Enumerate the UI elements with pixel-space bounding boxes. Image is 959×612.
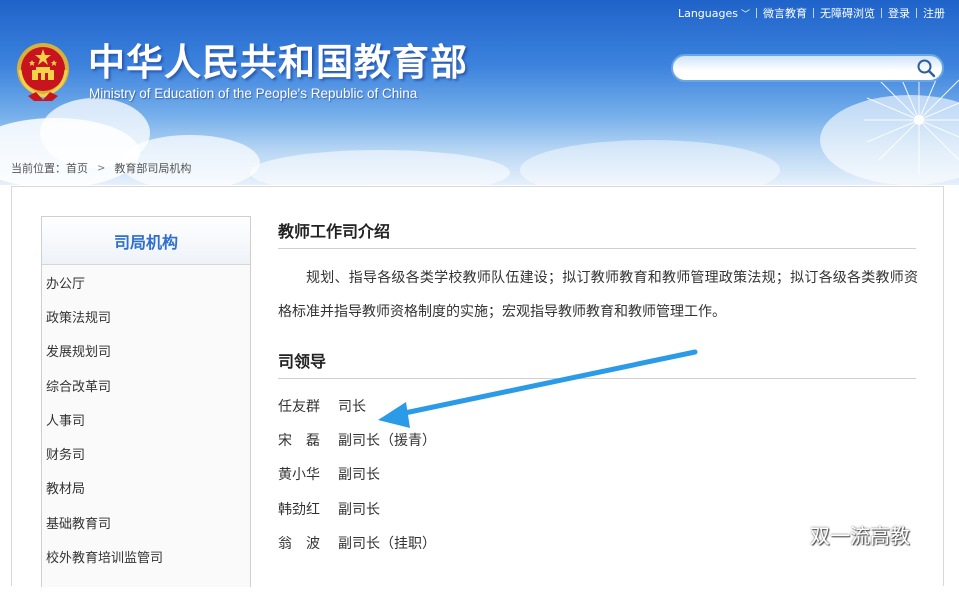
breadcrumb-prefix: 当前位置： (11, 162, 66, 175)
breadcrumb-home-link[interactable]: 首页 (66, 160, 88, 176)
leader-title: 副司长（援青） (338, 433, 436, 450)
breadcrumb-current: 教育部司局机构 (114, 162, 192, 175)
site-subtitle: Ministry of Education of the People's Re… (89, 86, 418, 101)
content-area: 教师工作司介绍 规划、指导各级各类学校教师队伍建设；拟订教师教育和教师管理政策法… (278, 217, 918, 560)
sidebar-item[interactable]: 校外教育培训监管司 (42, 539, 250, 573)
search-icon[interactable] (916, 58, 936, 78)
site-header: Languages ﹀ 微言教育 无障碍浏览 登录 注册 中华人民共和国教育部 M… (0, 0, 959, 185)
intro-paragraph: 规划、指导各级各类学校教师队伍建设；拟订教师教育和教师管理政策法规；拟订各级各类… (278, 270, 918, 320)
leader-name[interactable]: 任友群 (278, 396, 338, 416)
languages-link[interactable]: Languages ﹀ (678, 7, 750, 20)
leader-title: 司长 (338, 399, 366, 416)
login-link[interactable]: 登录 (888, 5, 910, 21)
sidebar-list: 办公厅 政策法规司 发展规划司 综合改革司 人事司 财务司 教材局 基础教育司 … (42, 265, 250, 574)
breadcrumb: 当前位置： 首页 > 教育部司局机构 (11, 160, 191, 176)
leader-row: 宋 磊 副司长（援青） (278, 423, 916, 457)
cloud-decoration (250, 150, 510, 185)
leader-name[interactable]: 翁 波 (278, 533, 338, 553)
leader-title: 副司长 (338, 501, 380, 518)
leader-row: 任友群 司长 (278, 389, 916, 423)
national-emblem-icon[interactable] (14, 40, 72, 102)
divider (813, 8, 814, 18)
chevron-down-icon: ﹀ (740, 9, 750, 20)
leader-name[interactable]: 韩劲红 (278, 499, 338, 519)
sidebar-item[interactable]: 政策法规司 (42, 299, 250, 333)
watermark: 双一流高教 (768, 520, 910, 549)
weiyan-link[interactable]: 微言教育 (763, 5, 807, 21)
register-link[interactable]: 注册 (923, 5, 945, 21)
leaders-section-title: 司领导 (278, 347, 916, 379)
accessible-browse-link[interactable]: 无障碍浏览 (820, 5, 875, 21)
sidebar-item[interactable]: 办公厅 (42, 265, 250, 299)
sidebar-item[interactable]: 财务司 (42, 436, 250, 470)
divider (756, 8, 757, 18)
leader-title: 副司长 (338, 467, 380, 484)
leader-title: 副司长（挂职） (338, 535, 436, 552)
leader-name[interactable]: 黄小华 (278, 464, 338, 484)
leader-row: 黄小华 副司长 (278, 457, 916, 491)
divider (916, 8, 917, 18)
search-input[interactable] (687, 59, 907, 77)
cloud-decoration (520, 140, 780, 185)
site-title[interactable]: 中华人民共和国教育部 (88, 40, 468, 84)
divider (881, 8, 882, 18)
sidebar-item[interactable]: 基础教育司 (42, 505, 250, 539)
wechat-icon (769, 522, 802, 547)
sidebar: 司局机构 办公厅 政策法规司 发展规划司 综合改革司 人事司 财务司 教材局 基… (41, 216, 251, 587)
sidebar-item[interactable]: 发展规划司 (42, 334, 250, 368)
sidebar-item[interactable]: 教材局 (42, 471, 250, 505)
leader-name[interactable]: 宋 磊 (278, 430, 338, 450)
languages-label: Languages (677, 6, 738, 20)
sidebar-title: 司局机构 (42, 217, 250, 265)
intro-section-title: 教师工作司介绍 (278, 217, 916, 249)
sidebar-item[interactable]: 综合改革司 (42, 368, 250, 402)
sidebar-item[interactable]: 人事司 (42, 402, 250, 436)
chevron-right-icon: > (97, 162, 106, 174)
top-links-bar: Languages ﹀ 微言教育 无障碍浏览 登录 注册 (678, 5, 945, 21)
watermark-text: 双一流高教 (810, 524, 910, 548)
search-box (671, 54, 944, 82)
